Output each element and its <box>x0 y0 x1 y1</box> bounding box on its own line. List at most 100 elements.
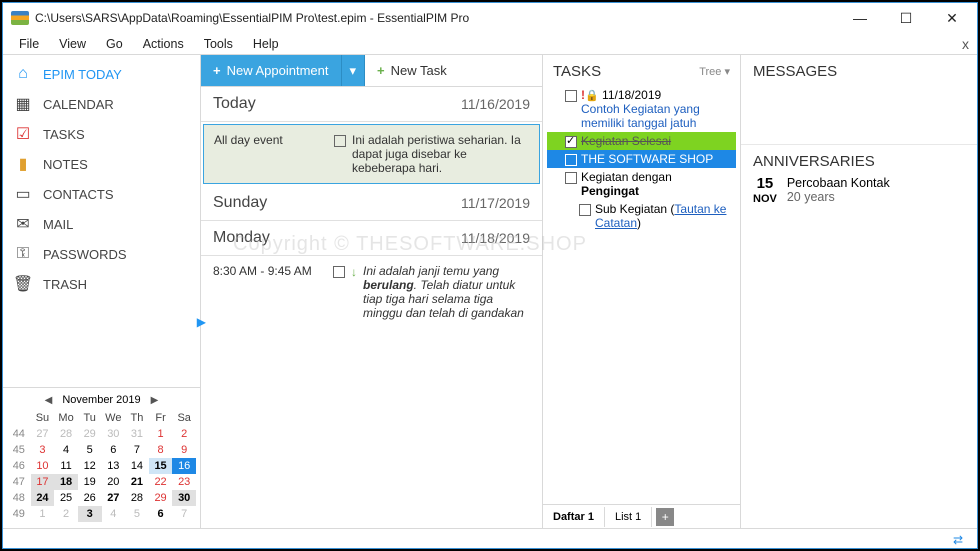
maximize-button[interactable]: ☐ <box>883 4 929 32</box>
cal-day[interactable]: 25 <box>54 490 78 506</box>
task-checkbox[interactable] <box>565 154 577 166</box>
menu-tools[interactable]: Tools <box>194 35 243 53</box>
menu-view[interactable]: View <box>49 35 96 53</box>
minimize-button[interactable]: — <box>837 4 883 32</box>
menu-help[interactable]: Help <box>243 35 289 53</box>
task-checkbox[interactable] <box>565 172 577 184</box>
task-tab[interactable]: Daftar 1 <box>543 507 605 527</box>
cal-day[interactable]: 19 <box>78 474 102 490</box>
cal-day[interactable]: 1 <box>31 506 55 522</box>
cal-day[interactable]: 17 <box>31 474 55 490</box>
anniv-title: ANNIVERSARIES <box>753 153 965 170</box>
cal-day[interactable]: 23 <box>172 474 196 490</box>
mini-calendar: ◀ November 2019 ▶ SuMoTuWeThFrSa44272829… <box>3 387 200 528</box>
nav-tasks[interactable]: ☑TASKS <box>3 119 200 149</box>
add-tab-button[interactable]: + <box>656 508 674 526</box>
cal-day[interactable]: 21 <box>125 474 149 490</box>
nav-mail[interactable]: ✉ MAIL <box>3 209 200 239</box>
cal-day[interactable]: 3 <box>78 506 102 522</box>
task-tab[interactable]: List 1 <box>605 507 652 527</box>
menu-actions[interactable]: Actions <box>133 35 194 53</box>
cal-day[interactable]: 20 <box>102 474 126 490</box>
sidebar-expand-icon[interactable]: ▶ <box>197 315 206 329</box>
cal-day[interactable]: 26 <box>78 490 102 506</box>
nav-contacts[interactable]: ▭CONTACTS <box>3 179 200 209</box>
day-header[interactable]: Today11/16/2019 <box>201 87 542 122</box>
mail-icon: ✉ <box>13 214 33 234</box>
cal-day[interactable]: 6 <box>149 506 173 522</box>
event-row[interactable]: All day eventIni adalah peristiwa sehari… <box>203 124 540 184</box>
event-row[interactable]: 8:30 AM - 9:45 AM↓Ini adalah janji temu … <box>201 256 542 328</box>
menubar-close-icon[interactable]: x <box>962 36 969 52</box>
cal-day[interactable]: 2 <box>54 506 78 522</box>
task-row[interactable]: Sub Kegiatan (Tautan ke Catatan) <box>547 200 736 232</box>
anniv-info[interactable]: Percobaan Kontak 20 years <box>787 176 890 205</box>
right-column: MESSAGES ANNIVERSARIES 15 NOV Percobaan … <box>741 55 977 528</box>
btn-label: New Task <box>391 63 447 78</box>
cal-day[interactable]: 7 <box>172 506 196 522</box>
cal-day[interactable]: 2 <box>172 426 196 442</box>
cal-day[interactable]: 4 <box>102 506 126 522</box>
cal-day[interactable]: 6 <box>102 442 126 458</box>
new-appointment-dropdown[interactable]: ▾ <box>342 55 366 86</box>
cal-day[interactable]: 31 <box>125 426 149 442</box>
cal-day[interactable]: 11 <box>54 458 78 474</box>
task-row[interactable]: Kegiatan dengan Pengingat <box>547 168 736 200</box>
cal-day[interactable]: 18 <box>54 474 78 490</box>
cal-day[interactable]: 27 <box>31 426 55 442</box>
toolbar: +New Appointment ▾ + New Task <box>201 55 542 87</box>
cal-day[interactable]: 14 <box>125 458 149 474</box>
menu-go[interactable]: Go <box>96 35 133 53</box>
task-row[interactable]: Kegiatan Selesai <box>547 132 736 150</box>
cal-prev-icon[interactable]: ◀ <box>41 395 57 406</box>
cal-day[interactable]: 3 <box>31 442 55 458</box>
menu-file[interactable]: File <box>9 35 49 53</box>
nav-calendar[interactable]: ▦CALENDAR <box>3 89 200 119</box>
trash-icon: 🗑 <box>13 274 33 294</box>
cal-day[interactable]: 28 <box>54 426 78 442</box>
cal-day[interactable]: 12 <box>78 458 102 474</box>
cal-title[interactable]: November 2019 <box>62 394 140 406</box>
event-checkbox[interactable] <box>333 266 345 278</box>
tasks-mode[interactable]: Tree ▾ <box>699 65 730 78</box>
new-task-button[interactable]: + New Task <box>365 55 459 86</box>
nav-label: MAIL <box>43 217 73 232</box>
cal-next-icon[interactable]: ▶ <box>147 395 163 406</box>
cal-day[interactable]: 10 <box>31 458 55 474</box>
cal-day[interactable]: 22 <box>149 474 173 490</box>
cal-day[interactable]: 24 <box>31 490 55 506</box>
cal-day[interactable]: 15 <box>149 458 173 474</box>
new-appointment-button[interactable]: +New Appointment <box>201 55 342 86</box>
task-checkbox[interactable] <box>565 90 577 102</box>
cal-day[interactable]: 16 <box>172 458 196 474</box>
cal-day[interactable]: 28 <box>125 490 149 506</box>
cal-day[interactable]: 5 <box>125 506 149 522</box>
nav-passwords[interactable]: ⚿PASSWORDS <box>3 239 200 269</box>
sync-icon[interactable]: ⇄ <box>953 533 969 545</box>
cal-day[interactable]: 7 <box>125 442 149 458</box>
cal-day[interactable]: 30 <box>102 426 126 442</box>
cal-day[interactable]: 4 <box>54 442 78 458</box>
task-checkbox[interactable] <box>565 136 577 148</box>
task-tabs: Daftar 1 List 1 + <box>543 504 740 528</box>
plus-icon: + <box>377 63 385 78</box>
day-header[interactable]: Monday11/18/2019 <box>201 221 542 256</box>
cal-day[interactable]: 8 <box>149 442 173 458</box>
day-header[interactable]: Sunday11/17/2019 <box>201 186 542 221</box>
cal-day[interactable]: 27 <box>102 490 126 506</box>
cal-day[interactable]: 29 <box>78 426 102 442</box>
cal-day[interactable]: 30 <box>172 490 196 506</box>
event-checkbox[interactable] <box>334 135 346 147</box>
task-checkbox[interactable] <box>579 204 591 216</box>
cal-day[interactable]: 29 <box>149 490 173 506</box>
cal-day[interactable]: 1 <box>149 426 173 442</box>
cal-day[interactable]: 9 <box>172 442 196 458</box>
close-button[interactable]: ✕ <box>929 4 975 32</box>
task-row[interactable]: THE SOFTWARE SHOP <box>547 150 736 168</box>
cal-day[interactable]: 5 <box>78 442 102 458</box>
task-row[interactable]: !🔒 11/18/2019Contoh Kegiatan yang memili… <box>547 86 736 132</box>
nav-epim-today[interactable]: ⌂EPIM TODAY <box>3 59 200 89</box>
cal-day[interactable]: 13 <box>102 458 126 474</box>
nav-trash[interactable]: 🗑TRASH <box>3 269 200 299</box>
nav-notes[interactable]: ▮NOTES <box>3 149 200 179</box>
